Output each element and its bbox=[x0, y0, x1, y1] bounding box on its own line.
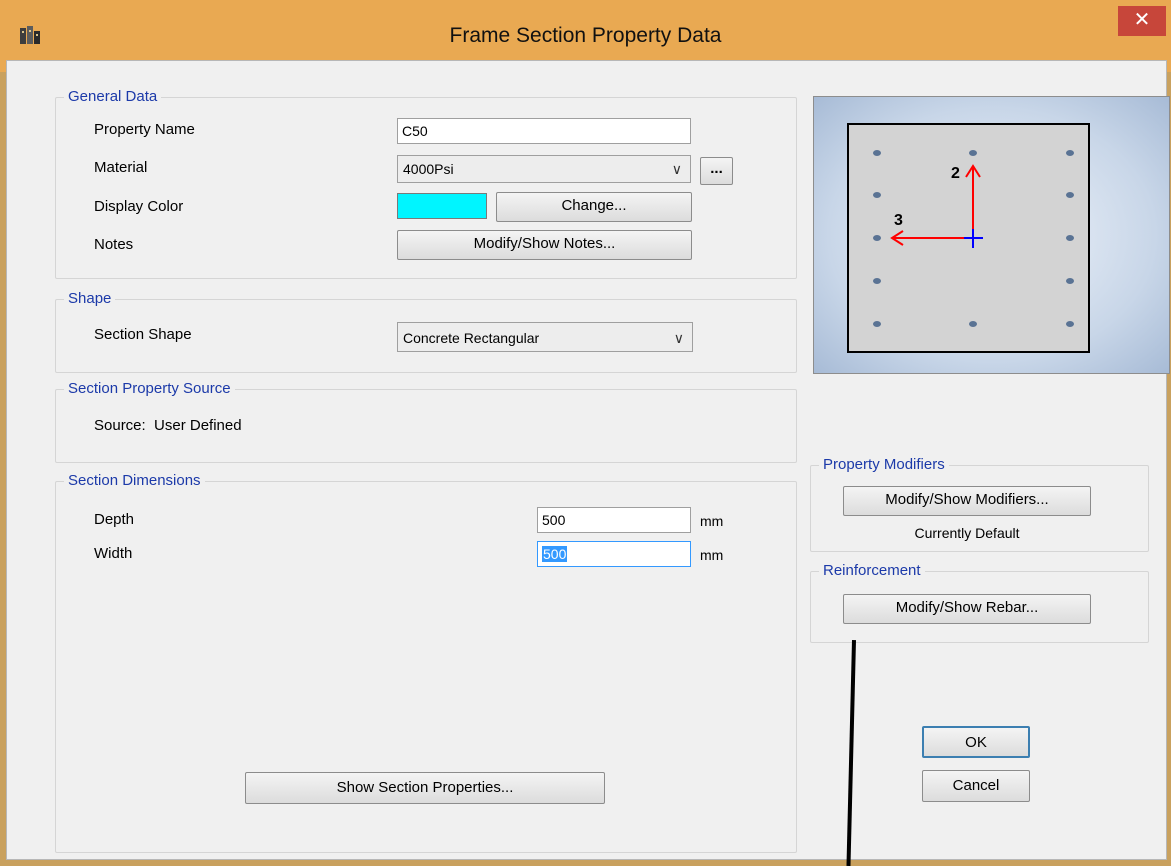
reinforcement-label: Reinforcement bbox=[819, 562, 925, 580]
width-unit: mm bbox=[700, 547, 724, 563]
rebar-dot bbox=[1066, 321, 1074, 327]
material-select[interactable]: 4000Psi ∨ bbox=[397, 155, 691, 183]
dialog-window: Frame Section Property Data ✕ General Da… bbox=[0, 0, 1171, 866]
change-color-button[interactable]: Change... bbox=[496, 192, 692, 222]
property-name-input[interactable]: C50 bbox=[397, 118, 691, 144]
chevron-down-icon: ∨ bbox=[673, 330, 684, 346]
general-data-label: General Data bbox=[64, 88, 162, 106]
cancel-button[interactable]: Cancel bbox=[922, 770, 1030, 802]
section-dimensions-label: Section Dimensions bbox=[64, 472, 205, 490]
shape-label: Shape bbox=[64, 290, 116, 308]
rebar-dot bbox=[969, 321, 977, 327]
section-shape-select[interactable]: Concrete Rectangular ∨ bbox=[397, 322, 693, 352]
material-label: Material bbox=[94, 159, 148, 176]
dialog-body: General Data Property Name C50 Material … bbox=[6, 60, 1170, 860]
rebar-dot bbox=[1066, 278, 1074, 284]
rebar-dot bbox=[873, 192, 881, 198]
notes-label: Notes bbox=[94, 236, 134, 253]
depth-unit: mm bbox=[700, 513, 724, 529]
ok-button[interactable]: OK bbox=[922, 726, 1030, 758]
close-button[interactable]: ✕ bbox=[1118, 6, 1166, 36]
width-label: Width bbox=[94, 545, 133, 562]
display-color-label: Display Color bbox=[94, 198, 184, 215]
show-section-properties-button[interactable]: Show Section Properties... bbox=[245, 772, 605, 804]
modify-show-modifiers-button[interactable]: Modify/Show Modifiers... bbox=[843, 486, 1091, 516]
modify-show-rebar-button[interactable]: Modify/Show Rebar... bbox=[843, 594, 1091, 624]
chevron-down-icon: ∨ bbox=[671, 161, 682, 177]
rebar-dot bbox=[1066, 235, 1074, 241]
rebar-dot bbox=[873, 278, 881, 284]
rebar-dot bbox=[873, 321, 881, 327]
depth-label: Depth bbox=[94, 511, 135, 528]
section-property-source-label: Section Property Source bbox=[64, 380, 235, 398]
rebar-dot bbox=[969, 150, 977, 156]
section-shape-label: Section Shape bbox=[94, 326, 192, 343]
rebar-dot bbox=[873, 235, 881, 241]
property-modifiers-label: Property Modifiers bbox=[819, 456, 949, 474]
axis-2-label: 2 bbox=[951, 165, 960, 182]
rebar-dot bbox=[873, 150, 881, 156]
source-text: Source: User Defined bbox=[94, 417, 242, 434]
section-shape-value: Concrete Rectangular bbox=[403, 330, 540, 346]
material-more-button[interactable]: ... bbox=[700, 157, 733, 185]
modifiers-status-text: Currently Default bbox=[914, 525, 1020, 541]
width-value: 500 bbox=[542, 546, 568, 562]
rebar-dot bbox=[1066, 150, 1074, 156]
modify-show-notes-button[interactable]: Modify/Show Notes... bbox=[397, 230, 692, 260]
display-color-swatch[interactable] bbox=[397, 193, 487, 219]
material-value: 4000Psi bbox=[403, 161, 454, 177]
axis-3-label: 3 bbox=[894, 212, 903, 229]
property-name-label: Property Name bbox=[94, 121, 195, 138]
section-preview: 2 3 bbox=[813, 96, 1170, 374]
close-icon: ✕ bbox=[1133, 9, 1151, 31]
depth-input[interactable]: 500 bbox=[537, 507, 691, 533]
rebar-dot bbox=[1066, 192, 1074, 198]
section-preview-drawing: 2 3 bbox=[847, 123, 1090, 353]
width-input[interactable]: 500 bbox=[537, 541, 691, 567]
